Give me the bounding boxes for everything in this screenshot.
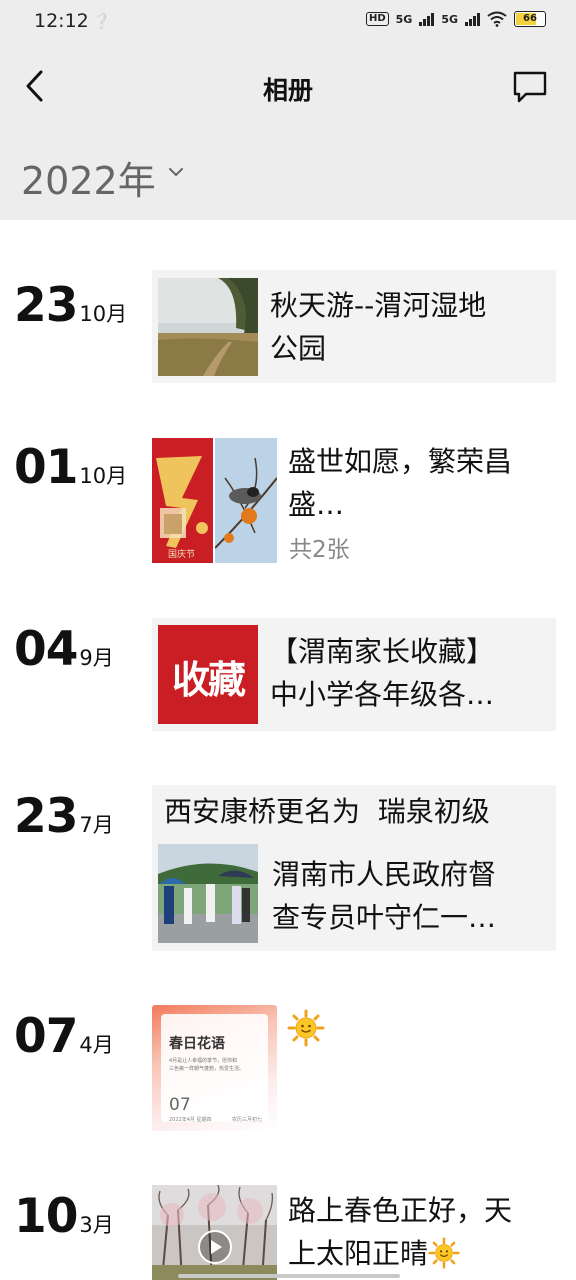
status-bar: 12:12 ❔ HD 5G 5G 66 — [0, 0, 576, 44]
photo-count: 共2张 — [289, 537, 350, 563]
entry-title-line: 中小学各年级各… — [270, 678, 495, 711]
entry-day: 01 — [14, 440, 78, 495]
chevron-down-icon[interactable] — [168, 166, 184, 178]
signal-icon — [419, 12, 435, 26]
entry-title-line: 【渭南家长收藏】 — [270, 635, 495, 668]
entry-title[interactable]: 秋天游--渭河湿地 公园 — [270, 284, 552, 370]
battery-level: 66 — [523, 13, 537, 24]
entry-month: 4月 — [79, 1033, 114, 1057]
entry-date: 103月 — [14, 1189, 114, 1244]
entry-date: 049月 — [14, 622, 114, 677]
entry-title[interactable]: 【渭南家长收藏】 中小学各年级各… — [270, 630, 554, 716]
card-body-line: 三色第一样朝气蓬勃，热爱生活。 — [169, 1066, 245, 1072]
status-icons: HD 5G 5G 66 — [365, 11, 546, 27]
bird-on-persimmon-branch-photo[interactable] — [215, 438, 277, 563]
entry-month: 9月 — [79, 646, 114, 670]
entry-date: 2310月 — [14, 278, 127, 333]
entry-month: 10月 — [79, 302, 128, 326]
hd-voice-icon: HD — [365, 12, 389, 26]
notification-icon: ❔ — [92, 12, 111, 30]
entry-day: 23 — [14, 789, 78, 844]
entry-day: 10 — [14, 1189, 78, 1244]
entry-title-line: 上太阳正晴 — [288, 1232, 568, 1275]
poster-caption: 国庆节 — [168, 550, 196, 560]
entry-title-line: 盛… — [288, 488, 345, 521]
album-entry[interactable]: 237月 西安康桥更名为 瑞泉初级 渭南市人民政府督 查专员叶守仁一… — [0, 785, 576, 952]
network-label-2: 5G — [441, 12, 458, 26]
entry-date: 237月 — [14, 789, 114, 844]
entry-title-line: 路上春色正好，天 — [288, 1194, 513, 1227]
wifi-icon — [487, 11, 507, 27]
card-date-sub: 2022年4月 星期四 — [169, 1117, 212, 1123]
entry-title-line: 公园 — [270, 332, 327, 365]
home-indicator[interactable] — [178, 1274, 400, 1278]
national-day-73-poster[interactable]: 国庆节 — [152, 438, 213, 563]
card-body-line: 4月是让人幸福的季节，愿你和 — [169, 1058, 238, 1064]
favorite-red-thumbnail[interactable]: 收藏 — [158, 625, 258, 724]
speech-bubble-icon[interactable] — [512, 70, 548, 104]
entry-title[interactable]: 渭南市人民政府督 查专员叶守仁一… — [272, 853, 554, 939]
album-entry[interactable]: 2310月 秋天游--渭河湿地 公园 — [0, 270, 576, 384]
year-label[interactable]: 2022年 — [21, 150, 156, 205]
wetland-path-photo[interactable] — [158, 278, 258, 376]
entry-card[interactable]: 西安康桥更名为 瑞泉初级 渭南市人民政府督 查专员叶守仁一… — [152, 785, 556, 951]
entry-day: 04 — [14, 622, 78, 677]
play-icon[interactable] — [197, 1229, 233, 1265]
entry-title[interactable]: 路上春色正好，天 上太阳正晴 — [288, 1189, 568, 1275]
sun-emoji-icon — [428, 1237, 460, 1269]
thumbnail-text: 收藏 — [171, 658, 246, 702]
nav-bar: 相册 — [0, 44, 576, 130]
entry-title-line: 查专员叶守仁一… — [272, 901, 497, 934]
entry-date: 074月 — [14, 1009, 114, 1064]
card-heading: 春日花语 — [169, 1036, 225, 1052]
entry-date: 0110月 — [14, 440, 127, 495]
spring-flower-card-image[interactable]: 春日花语 4月是让人幸福的季节，愿你和 三色第一样朝气蓬勃，热爱生活。 07 2… — [152, 1005, 277, 1131]
album-entry[interactable]: 0110月 国庆节 盛世如愿，繁荣昌 盛… 共2张 — [0, 436, 576, 566]
network-label-1: 5G — [395, 12, 413, 26]
year-selector[interactable]: 2022年 — [0, 130, 576, 220]
entry-month: 10月 — [79, 464, 128, 488]
entry-day: 23 — [14, 278, 78, 333]
entry-title[interactable]: 盛世如愿，繁荣昌 盛… — [288, 440, 568, 526]
entry-month: 7月 — [79, 813, 114, 837]
blossom-trees-video[interactable] — [152, 1185, 277, 1280]
card-date-number: 07 — [169, 1095, 191, 1115]
entry-title-line: 秋天游--渭河湿地 — [270, 289, 487, 322]
battery-icon: 66 — [514, 11, 546, 27]
page-title: 相册 — [262, 76, 313, 105]
entry-month: 3月 — [79, 1213, 114, 1237]
entry-day: 07 — [14, 1009, 78, 1064]
officials-with-umbrellas-photo[interactable] — [158, 844, 258, 943]
status-time: 12:12 — [34, 10, 89, 32]
signal-icon-2 — [465, 12, 480, 26]
album-entry[interactable]: 103月 路上春色正好，天 上太阳正晴 — [0, 1185, 576, 1280]
album-entry[interactable]: 049月 收藏 【渭南家长收藏】 中小学各年级各… — [0, 618, 576, 731]
entry-card[interactable]: 收藏 【渭南家长收藏】 中小学各年级各… — [152, 618, 556, 731]
entry-title-line: 渭南市人民政府督 — [272, 858, 497, 891]
album-entry[interactable]: 074月 春日花语 4月是让人幸福的季节，愿你和 三色第一样朝气蓬勃，热爱生活。… — [0, 1005, 576, 1133]
entry-title-line: 盛世如愿，繁荣昌 — [288, 445, 513, 478]
entry-card[interactable]: 秋天游--渭河湿地 公园 — [152, 270, 556, 383]
card-lunar-date: 农历三月初七 — [232, 1117, 263, 1123]
entry-headline[interactable]: 西安康桥更名为 瑞泉初级 — [164, 791, 554, 833]
sun-emoji-icon — [287, 1009, 325, 1047]
